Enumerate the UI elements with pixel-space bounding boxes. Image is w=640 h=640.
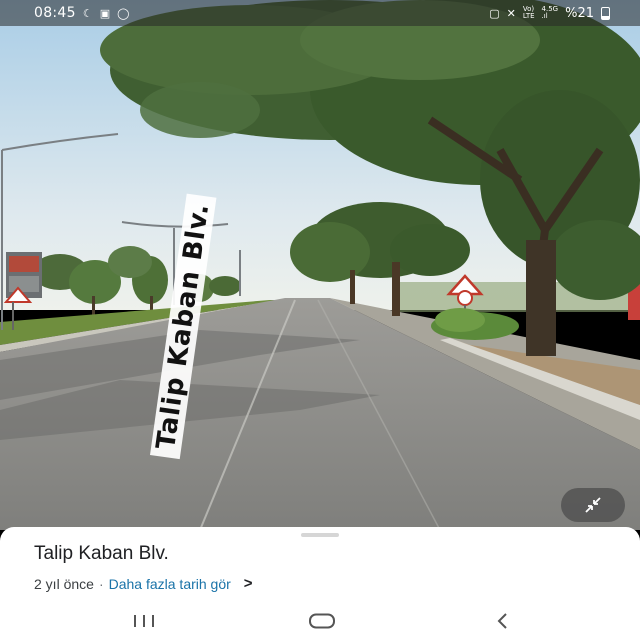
place-title: Talip Kaban Blv. xyxy=(34,543,169,564)
billboard xyxy=(6,252,42,298)
status-bar: 08:45 ☾ ▣ ◯ ▢ ✕ Vo) LTE 4.5G .ıl %21 xyxy=(0,0,640,26)
recent-apps-icon xyxy=(134,615,154,627)
network-indicator: Vo) LTE xyxy=(522,5,535,20)
drag-handle[interactable] xyxy=(301,533,339,537)
recent-apps-button[interactable] xyxy=(124,607,164,635)
more-dates-link[interactable]: Daha fazla tarih gör xyxy=(109,576,231,592)
mute-icon: ✕ xyxy=(506,6,516,20)
gallery-icon: ▣ xyxy=(99,6,111,20)
separator-dot: · xyxy=(98,575,104,592)
battery-icon xyxy=(601,6,610,20)
home-button[interactable] xyxy=(302,607,342,635)
chevron-right-icon[interactable]: > xyxy=(244,575,253,592)
collapse-view-button[interactable] xyxy=(561,488,625,522)
whatsapp-icon: ◯ xyxy=(117,6,130,20)
status-time: 08:45 xyxy=(34,5,76,21)
back-icon xyxy=(497,613,507,629)
capture-info-row: 2 yıl önce · Daha fazla tarih gör > xyxy=(34,575,253,592)
back-button[interactable] xyxy=(483,607,523,635)
capture-date: 2 yıl önce xyxy=(34,575,94,592)
network-type: 4.5G .ıl xyxy=(541,5,559,20)
collapse-icon xyxy=(585,497,601,513)
moon-icon: ☾ xyxy=(82,6,93,20)
battery-percent: %21 xyxy=(565,5,594,21)
signal-icon: .ıl xyxy=(541,12,548,20)
system-nav-bar xyxy=(0,603,640,640)
alarm-icon: ▢ xyxy=(489,6,500,20)
home-icon xyxy=(309,613,335,629)
